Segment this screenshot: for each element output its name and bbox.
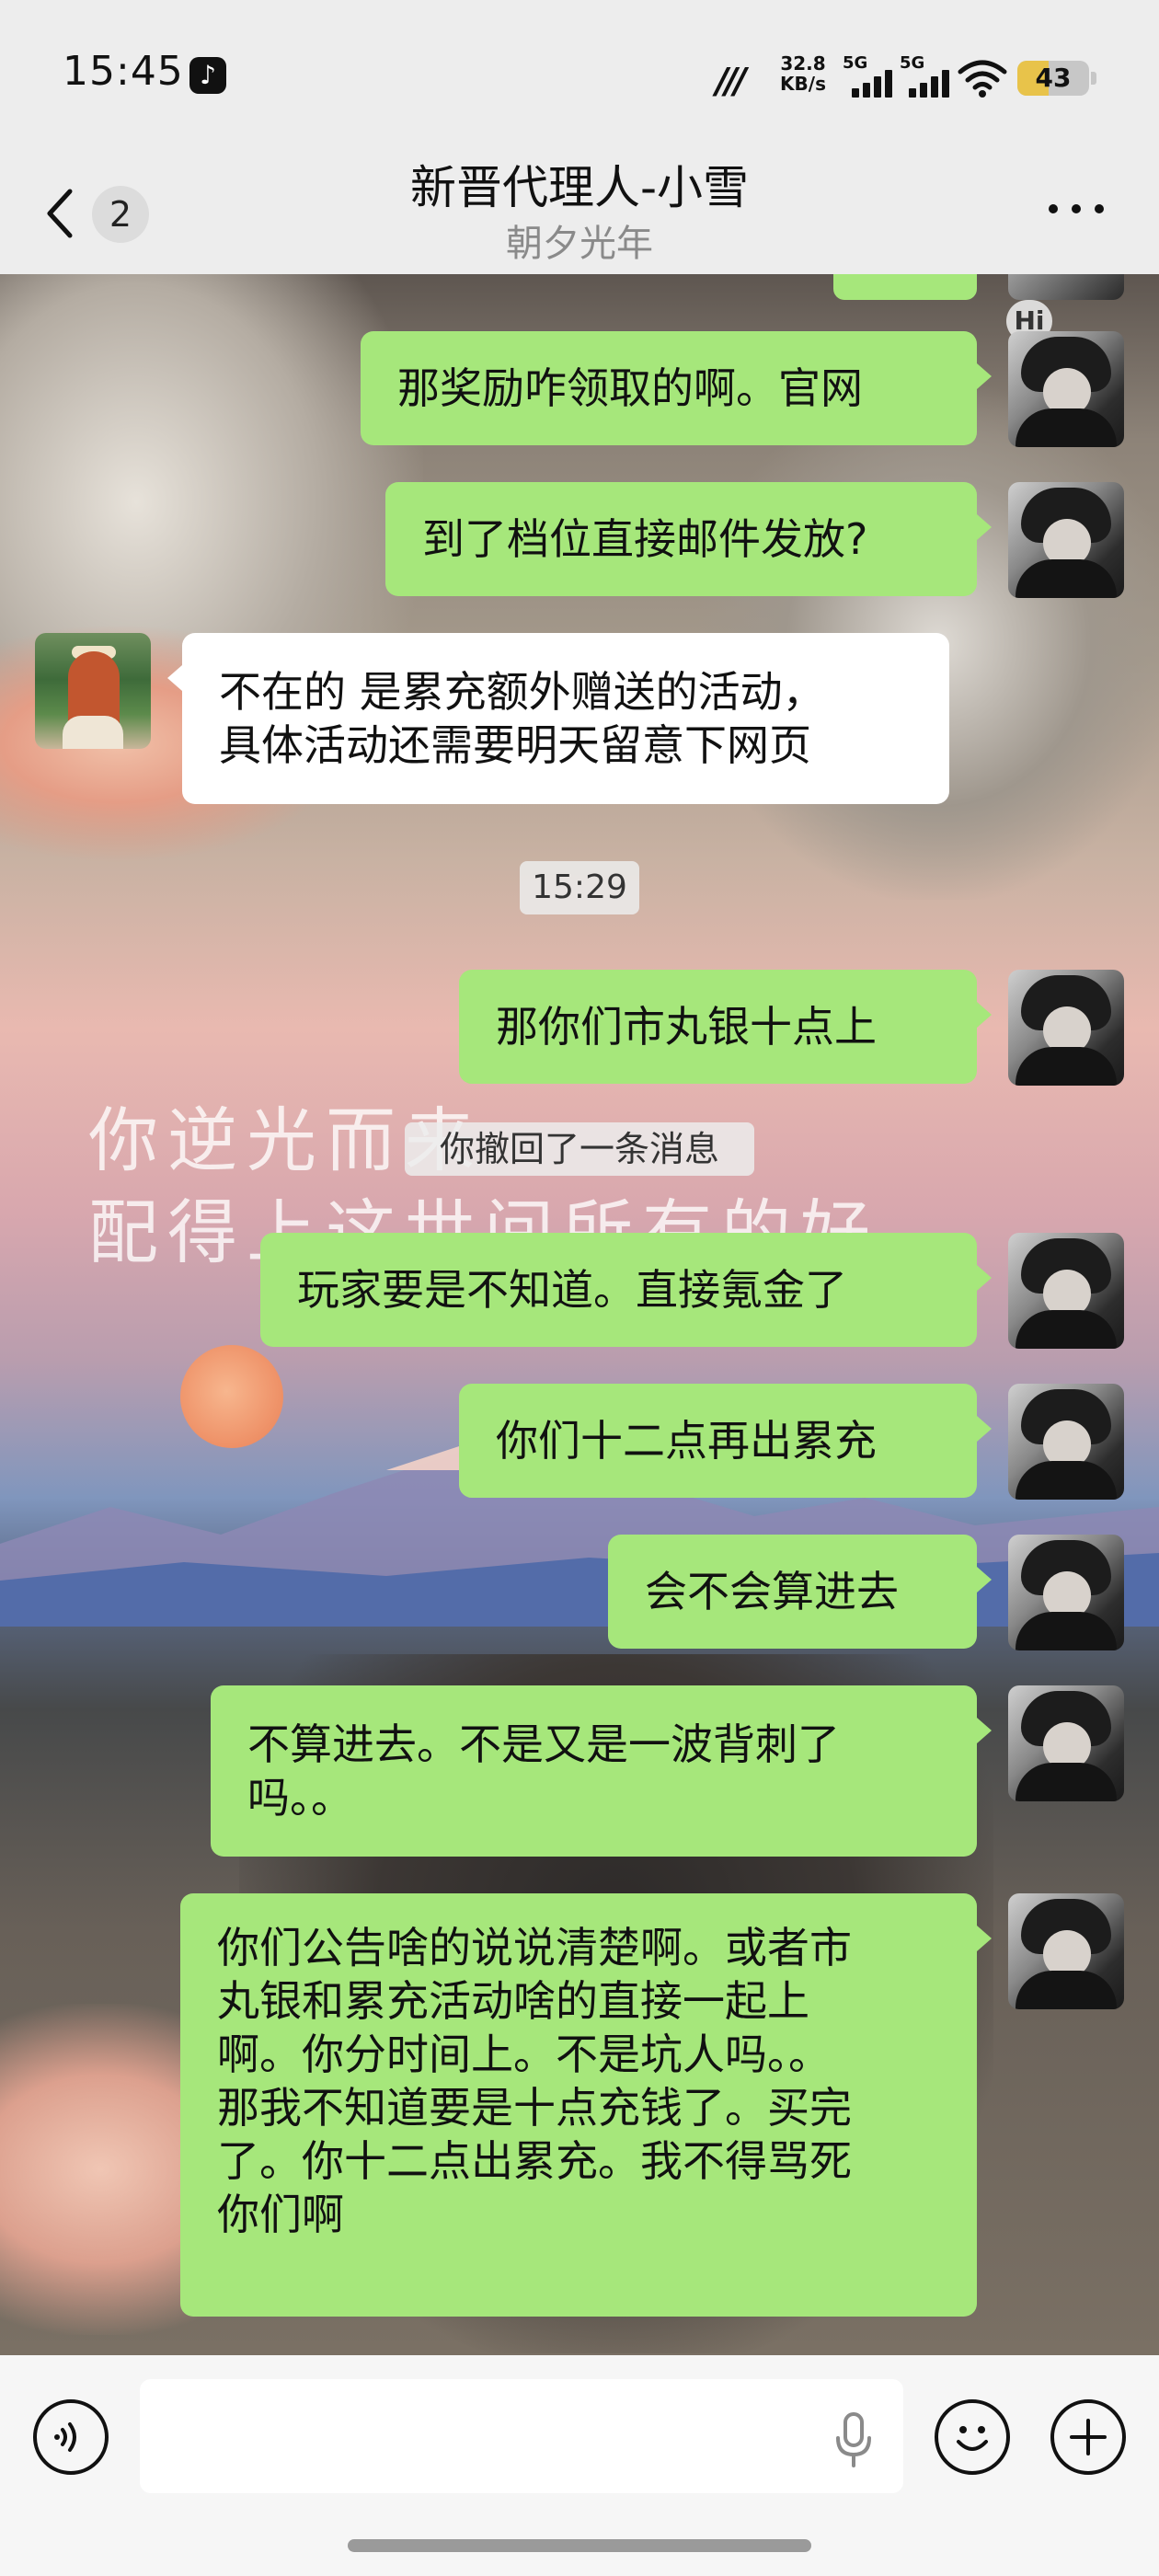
chat-subtitle: 朝夕光年: [506, 223, 653, 265]
emoji-icon: [957, 2426, 988, 2451]
more-options-button[interactable]: [1047, 195, 1106, 223]
avatar[interactable]: [1008, 1893, 1124, 2009]
network-speed-value: 32.8: [780, 52, 826, 75]
avatar[interactable]: [1008, 1233, 1124, 1349]
plus-icon: [1070, 2419, 1107, 2455]
avatar[interactable]: [1008, 331, 1124, 447]
avatar[interactable]: [1008, 1535, 1124, 1650]
message-bubble[interactable]: 那奖励咋领取的啊。官网: [361, 331, 977, 445]
message-bubble[interactable]: 玩家要是不知道。直接氪金了: [260, 1233, 977, 1347]
network-speed: 32.8 KB/s: [775, 53, 832, 94]
home-indicator[interactable]: [348, 2539, 811, 2552]
chat-screen: 15:45 ♪ /// 32.8 KB/s 5G 5G 43 新晋代理人-小雪 …: [0, 0, 1159, 2576]
wifi-icon: [958, 60, 1007, 98]
battery-level: 43: [1035, 63, 1072, 93]
more-actions-button[interactable]: [1050, 2399, 1126, 2475]
avatar[interactable]: [1008, 970, 1124, 1086]
message-bubble[interactable]: 会不会算进去: [608, 1535, 977, 1649]
message-bubble[interactable]: 你们公告啥的说说清楚啊。或者市 丸银和累充活动啥的直接一起上 啊。你分时间上。不…: [180, 1893, 977, 2317]
chat-title: 新晋代理人-小雪: [409, 161, 750, 214]
message-bubble[interactable]: 你们十二点再出累充: [459, 1384, 977, 1498]
chevron-left-icon: [47, 189, 73, 238]
message-bubble[interactable]: 那你们市丸银十点上: [459, 970, 977, 1084]
avatar: [1008, 274, 1124, 300]
signal-group-1: 5G: [843, 53, 894, 98]
avatar[interactable]: [1008, 482, 1124, 598]
input-bar: [0, 2355, 1159, 2576]
signal-group-2: 5G: [900, 53, 951, 98]
network-activity-icon: ///: [716, 61, 747, 101]
message-timestamp: 15:29: [520, 861, 639, 914]
signal-bars-icon: [905, 70, 951, 98]
emoji-button[interactable]: [935, 2399, 1010, 2475]
avatar[interactable]: [35, 633, 151, 749]
tiktok-icon: ♪: [189, 57, 226, 94]
status-bar: 15:45 ♪ /// 32.8 KB/s 5G 5G 43: [0, 0, 1159, 147]
message-input[interactable]: [140, 2379, 903, 2493]
more-dots-icon: [1049, 204, 1058, 213]
message-bubble-partial: [833, 274, 977, 300]
status-time: 15:45: [63, 48, 184, 95]
message-bubble[interactable]: 到了档位直接邮件发放?: [385, 482, 977, 596]
message-list[interactable]: 你逆光而来 配得上这世间所有的好 Hi 那奖励咋领取的啊。官网 到了档位直接邮件…: [0, 274, 1159, 2355]
network-speed-unit: KB/s: [780, 73, 826, 95]
avatar[interactable]: [1008, 1384, 1124, 1500]
microphone-icon[interactable]: [833, 2412, 874, 2467]
battery-icon: 43: [1017, 61, 1089, 96]
back-button[interactable]: 2: [37, 175, 156, 248]
voice-icon: [54, 2422, 76, 2452]
system-notice: 你撤回了一条消息: [405, 1122, 754, 1176]
voice-input-button[interactable]: [33, 2399, 109, 2475]
message-bubble[interactable]: 不在的 是累充额外赠送的活动， 具体活动还需要明天留意下网页: [182, 633, 949, 804]
signal-bars-icon: [848, 70, 894, 98]
avatar[interactable]: [1008, 1685, 1124, 1801]
unread-count-badge: 2: [92, 186, 149, 243]
message-bubble[interactable]: 不算进去。不是又是一波背刺了 吗。。: [211, 1685, 977, 1857]
chat-header: 新晋代理人-小雪 朝夕光年 2: [0, 147, 1159, 274]
